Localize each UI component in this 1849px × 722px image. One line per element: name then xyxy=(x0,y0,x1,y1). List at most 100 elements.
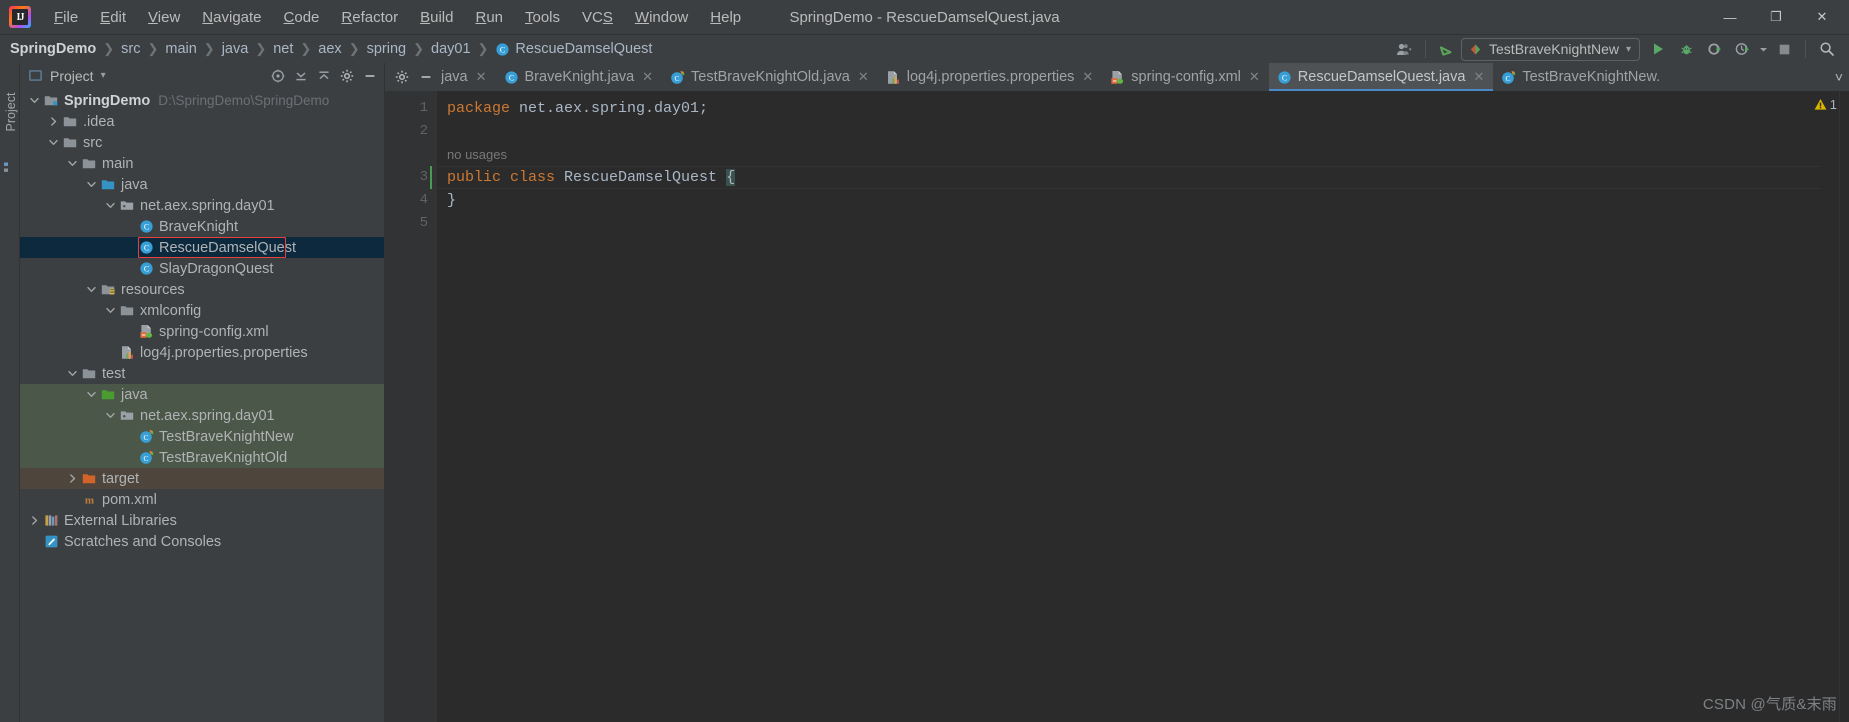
tree-node[interactable]: SpringDemo D:\SpringDemo\SpringDemo xyxy=(20,90,384,111)
tree-node[interactable]: log4j.properties.properties xyxy=(20,342,384,363)
code-line[interactable] xyxy=(447,212,1821,235)
menu-item-file[interactable]: File xyxy=(43,5,89,30)
menu-item-refactor[interactable]: Refactor xyxy=(330,5,409,30)
tree-node[interactable]: External Libraries xyxy=(20,510,384,531)
chevron-down-icon[interactable] xyxy=(85,388,98,401)
chevron-down-icon[interactable] xyxy=(66,157,79,170)
menu-item-tools[interactable]: Tools xyxy=(514,5,571,30)
chevron-down-icon[interactable]: ▾ xyxy=(1626,44,1631,55)
menu-item-view[interactable]: View xyxy=(137,5,191,30)
tree-node[interactable]: C SlayDragonQuest xyxy=(20,258,384,279)
tree-node[interactable]: C BraveKnight xyxy=(20,216,384,237)
tab-close-icon[interactable]: ✕ xyxy=(642,69,653,85)
chevron-down-icon[interactable] xyxy=(104,304,117,317)
editor-tab[interactable]: java ✕ xyxy=(441,63,496,91)
tree-node[interactable]: java xyxy=(20,384,384,405)
chevron-right-icon[interactable] xyxy=(28,514,41,527)
chevron-down-icon[interactable]: ˅ xyxy=(1835,69,1843,85)
profiler-icon[interactable] xyxy=(1728,37,1756,61)
tree-node[interactable]: spring-config.xml xyxy=(20,321,384,342)
chevron-down-icon[interactable] xyxy=(85,283,98,296)
tree-node[interactable]: net.aex.spring.day01 xyxy=(20,405,384,426)
tool-window-button-project[interactable]: Project xyxy=(4,84,18,140)
tree-node[interactable]: src xyxy=(20,132,384,153)
menu-item-help[interactable]: Help xyxy=(699,5,752,30)
tree-node[interactable]: C TestBraveKnightOld xyxy=(20,447,384,468)
breadcrumb-item[interactable]: aex xyxy=(318,41,341,57)
menu-item-build[interactable]: Build xyxy=(409,5,464,30)
debug-icon[interactable] xyxy=(1672,37,1700,61)
menu-item-window[interactable]: Window xyxy=(624,5,699,30)
search-everywhere-icon[interactable] xyxy=(1813,37,1841,61)
code-line[interactable] xyxy=(447,120,1821,143)
editor-tab[interactable]: C TestBraveKnightNew. xyxy=(1493,63,1669,91)
editor-tab[interactable]: log4j.properties.properties ✕ xyxy=(878,63,1103,91)
run-icon[interactable] xyxy=(1644,37,1672,61)
menu-item-code[interactable]: Code xyxy=(273,5,331,30)
warning-indicator[interactable]: 1 xyxy=(1814,97,1837,112)
tree-node[interactable]: m pom.xml xyxy=(20,489,384,510)
tab-close-icon[interactable]: ✕ xyxy=(1082,69,1093,85)
menu-item-navigate[interactable]: Navigate xyxy=(191,5,272,30)
breadcrumb-item[interactable]: SpringDemo xyxy=(10,41,96,57)
tab-close-icon[interactable]: ✕ xyxy=(1473,69,1484,85)
chevron-right-icon[interactable] xyxy=(66,472,79,485)
tab-close-icon[interactable]: ✕ xyxy=(1249,69,1260,85)
update-project-icon[interactable] xyxy=(1433,37,1461,61)
menu-item-edit[interactable]: Edit xyxy=(89,5,137,30)
chevron-down-icon[interactable] xyxy=(85,178,98,191)
tree-node[interactable]: net.aex.spring.day01 xyxy=(20,195,384,216)
expand-all-icon[interactable] xyxy=(313,65,334,86)
breadcrumb-item[interactable]: main xyxy=(165,41,196,57)
editor-tab[interactable]: C BraveKnight.java ✕ xyxy=(496,63,663,91)
breadcrumb-item[interactable]: spring xyxy=(367,41,407,57)
tree-node[interactable]: C TestBraveKnightNew xyxy=(20,426,384,447)
code-line[interactable]: } xyxy=(447,189,1821,212)
tree-node[interactable]: xmlconfig xyxy=(20,300,384,321)
tree-node[interactable]: test xyxy=(20,363,384,384)
settings-gear-icon[interactable] xyxy=(391,66,413,88)
chevron-down-icon[interactable] xyxy=(47,136,60,149)
tree-node[interactable]: resources xyxy=(20,279,384,300)
code-line[interactable]: package net.aex.spring.day01; xyxy=(447,97,1821,120)
editor-code[interactable]: package net.aex.spring.day01; no usages p… xyxy=(430,91,1821,722)
chevron-down-icon[interactable] xyxy=(104,199,117,212)
project-tree[interactable]: SpringDemo D:\SpringDemo\SpringDemo .idea s… xyxy=(20,88,384,722)
settings-gear-icon[interactable] xyxy=(336,65,357,86)
inlay-hint-usages[interactable]: no usages xyxy=(447,143,1821,166)
tree-node[interactable]: java xyxy=(20,174,384,195)
chevron-down-icon[interactable] xyxy=(104,409,117,422)
menu-item-vcs[interactable]: VCS xyxy=(571,5,624,30)
tree-node[interactable]: C RescueDamselQuest xyxy=(20,237,384,258)
hide-editor-icon[interactable] xyxy=(415,66,437,88)
breadcrumb-item[interactable]: day01 xyxy=(431,41,471,57)
account-icon[interactable] xyxy=(1390,37,1418,61)
minimize-icon[interactable]: — xyxy=(1707,0,1753,34)
chevron-right-icon[interactable] xyxy=(47,115,60,128)
close-icon[interactable]: ✕ xyxy=(1799,0,1845,34)
maximize-icon[interactable]: ❐ xyxy=(1753,0,1799,34)
chevron-down-icon[interactable] xyxy=(1756,37,1770,61)
chevron-down-icon[interactable] xyxy=(28,94,41,107)
vcs-change-marker[interactable] xyxy=(430,166,432,189)
breadcrumb-item[interactable]: net xyxy=(273,41,293,57)
hide-panel-icon[interactable] xyxy=(359,65,380,86)
breadcrumb-item[interactable]: C RescueDamselQuest xyxy=(495,41,652,57)
collapse-all-icon[interactable] xyxy=(290,65,311,86)
editor-error-stripe[interactable]: 1 xyxy=(1814,91,1839,722)
stop-icon[interactable] xyxy=(1770,37,1798,61)
breadcrumb-item[interactable]: java xyxy=(222,41,249,57)
menu-item-run[interactable]: Run xyxy=(464,5,514,30)
breadcrumb-item[interactable]: src xyxy=(121,41,140,57)
code-editor[interactable]: 12 345 package net.aex.spring.day01; no … xyxy=(385,91,1849,722)
chevron-down-icon[interactable]: ▾ xyxy=(101,70,106,81)
editor-tab[interactable]: spring-config.xml ✕ xyxy=(1102,63,1269,91)
tree-node[interactable]: Scratches and Consoles xyxy=(20,531,384,552)
run-configuration-selector[interactable]: TestBraveKnightNew ▾ xyxy=(1461,37,1640,61)
tab-close-icon[interactable]: ✕ xyxy=(858,69,869,85)
editor-tab[interactable]: C RescueDamselQuest.java ✕ xyxy=(1268,63,1494,91)
structure-icon[interactable] xyxy=(3,161,17,175)
run-with-coverage-icon[interactable] xyxy=(1700,37,1728,61)
tree-node[interactable]: main xyxy=(20,153,384,174)
locate-icon[interactable] xyxy=(267,65,288,86)
